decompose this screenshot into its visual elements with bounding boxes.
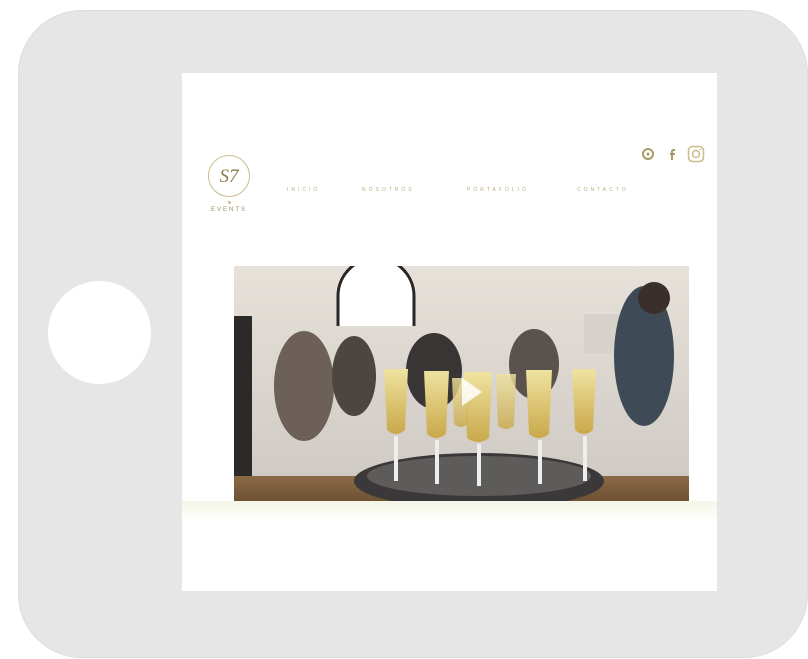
logo-dot xyxy=(227,201,231,204)
main-nav: INICIO NOSOTROS PORTAFOLIO CONTACTO xyxy=(287,187,667,199)
nav-item-portafolio[interactable]: PORTAFOLIO xyxy=(467,187,529,197)
tablet-screen: S7 EVENTS INICIO NOSOTROS PORTAFOLIO CON… xyxy=(182,73,717,591)
nav-item-nosotros[interactable]: NOSOTROS xyxy=(362,187,415,197)
facebook-icon[interactable] xyxy=(661,143,683,165)
hero-fade xyxy=(182,501,717,521)
social-links xyxy=(637,143,717,167)
page: S7 EVENTS INICIO NOSOTROS PORTAFOLIO CON… xyxy=(0,0,808,659)
nav-item-inicio[interactable]: INICIO xyxy=(287,187,320,197)
home-button[interactable] xyxy=(48,281,151,384)
logo-subtitle: EVENTS xyxy=(210,207,247,213)
logo-ring: S7 xyxy=(208,155,250,197)
hero-photo xyxy=(234,266,689,518)
hero-image xyxy=(234,266,689,518)
instagram-icon[interactable] xyxy=(685,143,707,165)
tripadvisor-icon[interactable] xyxy=(637,143,659,165)
site-logo[interactable]: S7 EVENTS xyxy=(199,155,259,225)
logo-mark: S7 xyxy=(219,165,239,187)
nav-item-contacto[interactable]: CONTACTO xyxy=(577,187,629,197)
